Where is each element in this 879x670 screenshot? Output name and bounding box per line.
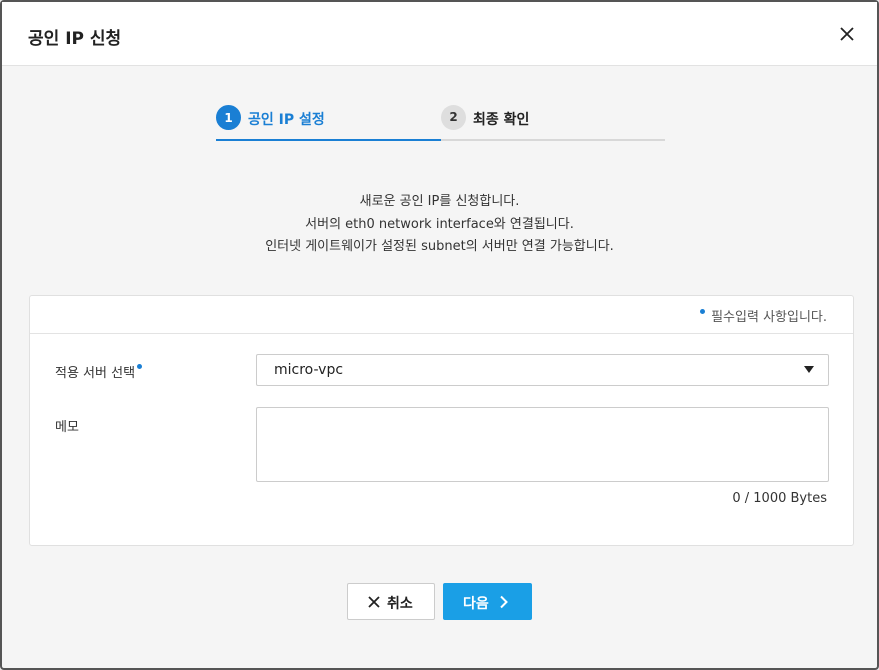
dialog-header: 공인 IP 신청 [2,2,877,66]
chevron-right-icon [500,595,508,609]
apply-public-ip-dialog: 공인 IP 신청 1 공인 IP 설정 2 최종 확인 새로운 공인 IP를 신… [0,0,879,670]
stepper: 1 공인 IP 설정 2 최종 확인 [216,103,665,141]
description: 새로운 공인 IP를 신청합니다. 서버의 eth0 network inter… [2,191,877,259]
server-select-label: 적용 서버 선택 [55,362,143,381]
step-label: 공인 IP 설정 [248,112,325,128]
memo-byte-counter: 0 / 1000 Bytes [732,491,827,506]
caret-down-icon [804,366,814,373]
memo-textarea[interactable] [256,407,829,482]
memo-label: 메모 [55,420,79,435]
server-select[interactable]: micro-vpc [256,354,829,386]
form-card: 필수입력 사항입니다. 적용 서버 선택 micro-vpc 메모 0 / 10… [29,295,854,546]
cancel-button[interactable]: 취소 [347,583,435,620]
step-public-ip-settings: 1 공인 IP 설정 [216,103,441,141]
dialog-title: 공인 IP 신청 [28,29,122,49]
required-dot-icon [700,309,706,314]
close-icon [368,596,380,608]
step-number: 1 [216,105,241,130]
required-note: 필수입력 사항입니다. [700,306,827,325]
server-select-value: micro-vpc [274,362,344,378]
next-button[interactable]: 다음 [443,583,532,620]
required-dot-icon [137,364,143,369]
step-label: 최종 확인 [473,112,530,128]
description-line: 인터넷 게이트웨이가 설정된 subnet의 서버만 연결 가능합니다. [265,239,614,254]
cancel-label: 취소 [387,596,413,612]
close-icon [840,27,854,41]
description-line: 서버의 eth0 network interface와 연결됩니다. [305,216,574,232]
description-line: 새로운 공인 IP를 신청합니다. [359,194,520,209]
step-final-confirm: 2 최종 확인 [441,103,665,141]
close-button[interactable] [837,24,857,44]
form-card-header: 필수입력 사항입니다. [30,296,853,334]
next-label: 다음 [463,596,489,612]
step-number: 2 [441,105,466,130]
